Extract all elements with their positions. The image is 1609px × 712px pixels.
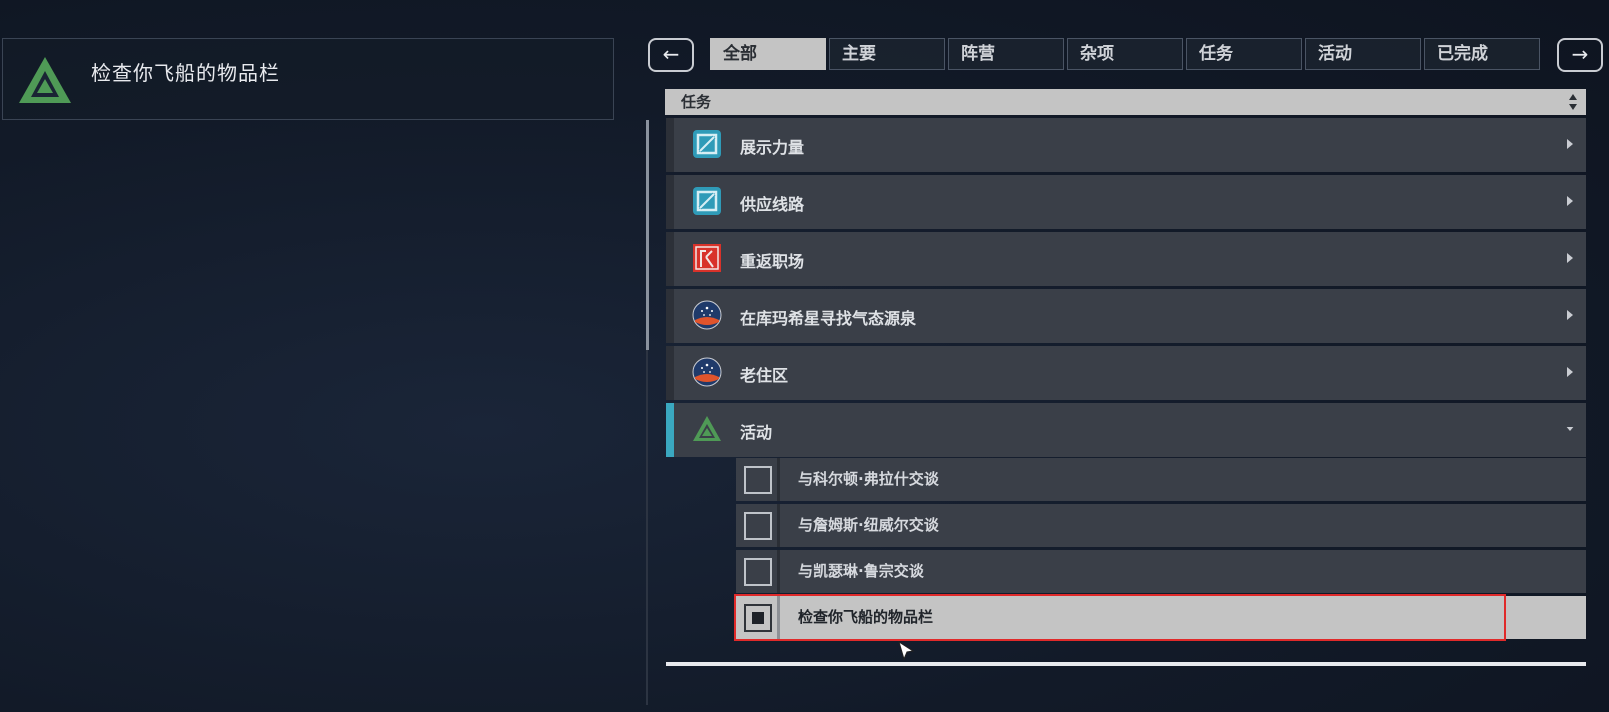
bottom-divider <box>666 662 1586 666</box>
tab-all[interactable]: 全部 <box>710 38 826 70</box>
objective-text: 检查你飞船的物品栏 <box>91 61 280 85</box>
triangle-logo-icon <box>19 57 71 103</box>
checkbox-fill <box>752 612 764 624</box>
checkbox[interactable] <box>744 466 772 494</box>
subtask-row[interactable]: 与詹姆斯·纽威尔交谈 <box>736 504 1586 547</box>
mission-row[interactable]: 在库玛希星寻找气态源泉 <box>666 289 1586 343</box>
mission-label: 供应线路 <box>740 195 805 214</box>
mission-label: 老住区 <box>740 366 789 385</box>
chevron-right-icon <box>1567 310 1573 320</box>
subtask-check-cell <box>736 504 780 547</box>
tab-main[interactable]: 主要 <box>829 38 945 70</box>
tab-misc[interactable]: 杂项 <box>1067 38 1183 70</box>
current-objective-panel: 检查你飞船的物品栏 <box>2 38 614 120</box>
tab-mission[interactable]: 任务 <box>1186 38 1302 70</box>
constellation-icon <box>692 300 722 330</box>
subtask-row-selected[interactable]: 检查你飞船的物品栏 <box>734 594 1586 641</box>
filter-tabs: 全部 主要 阵营 杂项 任务 活动 已完成 <box>710 38 1540 70</box>
mission-row[interactable]: 老住区 <box>666 346 1586 400</box>
chevron-right-icon <box>1567 253 1573 263</box>
checkbox[interactable] <box>744 512 772 540</box>
prev-tab-button[interactable]: ← <box>648 38 694 72</box>
subtask-label: 与科尔顿·弗拉什交谈 <box>780 458 1586 501</box>
ryujin-icon <box>693 130 721 158</box>
subtask-row[interactable]: 与凯瑟琳·鲁宗交谈 <box>736 550 1586 593</box>
constellation-icon <box>692 357 722 387</box>
chevron-down-icon <box>1566 427 1574 431</box>
scrollbar-thumb[interactable] <box>646 120 649 350</box>
subtask-row[interactable]: 与科尔顿·弗拉什交谈 <box>736 458 1586 501</box>
tab-activity[interactable]: 活动 <box>1305 38 1421 70</box>
category-header[interactable]: 任务 <box>665 89 1586 115</box>
ryujin-icon <box>693 187 721 215</box>
subtask-list: 与科尔顿·弗拉什交谈 与詹姆斯·纽威尔交谈 与凯瑟琳·鲁宗交谈 检查你飞船的物品… <box>734 458 1586 642</box>
subtask-check-cell <box>736 458 780 501</box>
mission-label: 活动 <box>740 423 773 442</box>
tab-faction[interactable]: 阵营 <box>948 38 1064 70</box>
mission-list: 展示力量 供应线路 重返职场 在库玛希星寻找气态源泉 老住区 活动 <box>666 118 1586 460</box>
mission-label: 展示力量 <box>740 138 805 157</box>
subtask-check-cell <box>736 550 780 593</box>
sort-icon[interactable] <box>1568 93 1578 111</box>
triangle-logo-icon <box>693 416 721 441</box>
subtask-label: 检查你飞船的物品栏 <box>780 596 1586 639</box>
mission-label: 重返职场 <box>740 252 805 271</box>
mission-label: 在库玛希星寻找气态源泉 <box>740 309 917 328</box>
mission-row-activity[interactable]: 活动 <box>666 403 1586 457</box>
subtask-check-cell <box>736 596 780 639</box>
mission-row[interactable]: 展示力量 <box>666 118 1586 172</box>
mission-row[interactable]: 供应线路 <box>666 175 1586 229</box>
subtask-label: 与凯瑟琳·鲁宗交谈 <box>780 550 1586 593</box>
checkbox-checked[interactable] <box>744 604 772 632</box>
chevron-right-icon <box>1567 367 1573 377</box>
chevron-right-icon <box>1567 196 1573 206</box>
mouse-cursor-icon <box>898 641 914 661</box>
subtask-label: 与詹姆斯·纽威尔交谈 <box>780 504 1586 547</box>
chevron-right-icon <box>1567 139 1573 149</box>
next-tab-button[interactable]: → <box>1557 38 1603 72</box>
tab-completed[interactable]: 已完成 <box>1424 38 1540 70</box>
category-label: 任务 <box>681 93 712 111</box>
mission-row[interactable]: 重返职场 <box>666 232 1586 286</box>
checkbox[interactable] <box>744 558 772 586</box>
freestar-icon <box>693 244 721 272</box>
